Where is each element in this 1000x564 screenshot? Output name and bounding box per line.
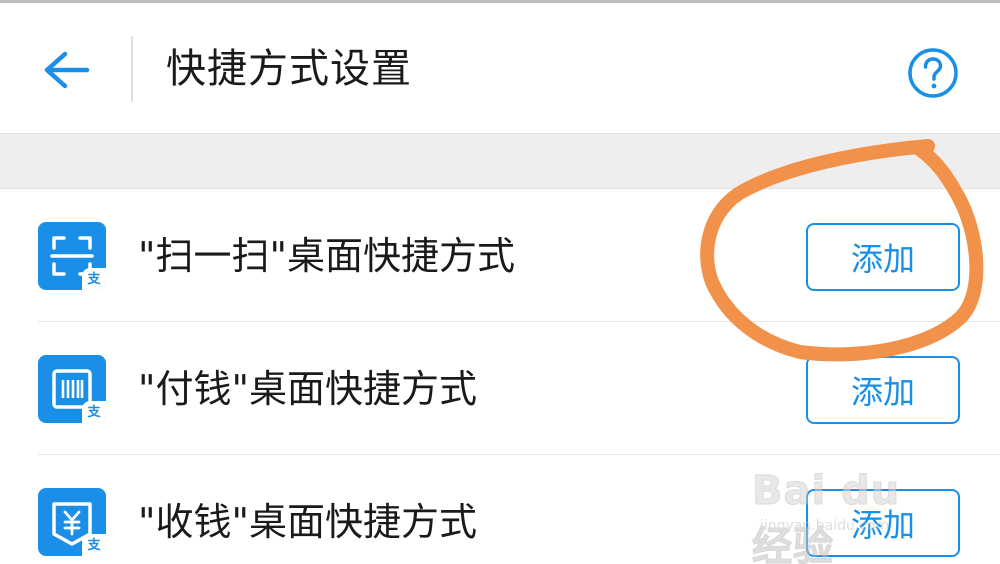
add-button-receive[interactable]: 添加	[806, 489, 960, 557]
alipay-badge-icon: 支	[82, 401, 106, 423]
app-window: 快捷方式设置 支 "扫一扫"桌面快捷方式 添加 支 "付钱"桌面快捷方式 添加 …	[0, 0, 1000, 564]
shortcut-label: "付钱"桌面快捷方式	[138, 367, 477, 411]
app-icon: 支	[38, 488, 106, 556]
shortcut-list: 支 "扫一扫"桌面快捷方式 添加 支 "付钱"桌面快捷方式 添加 支 "收钱"桌…	[0, 189, 1000, 564]
alipay-badge-icon: 支	[82, 268, 106, 290]
question-circle-icon	[908, 48, 958, 98]
add-button-pay[interactable]: 添加	[806, 356, 960, 424]
section-separator	[0, 133, 1000, 189]
add-button-scan[interactable]: 添加	[806, 223, 960, 291]
header-bar: 快捷方式设置	[0, 3, 1000, 133]
app-icon: 支	[38, 355, 106, 423]
arrow-left-icon	[44, 51, 90, 89]
page-title: 快捷方式设置	[166, 46, 412, 92]
shortcut-label: "扫一扫"桌面快捷方式	[138, 234, 515, 278]
shortcut-row-scan: 支 "扫一扫"桌面快捷方式 添加	[0, 189, 1000, 322]
shortcut-label: "收钱"桌面快捷方式	[138, 500, 477, 544]
header-divider	[131, 36, 133, 102]
shortcut-row-pay: 支 "付钱"桌面快捷方式 添加	[0, 322, 1000, 455]
app-icon: 支	[38, 222, 106, 290]
alipay-badge-icon: 支	[82, 534, 106, 556]
help-button[interactable]	[906, 46, 960, 100]
back-button[interactable]	[28, 35, 104, 105]
shortcut-row-receive: 支 "收钱"桌面快捷方式 添加	[0, 455, 1000, 564]
